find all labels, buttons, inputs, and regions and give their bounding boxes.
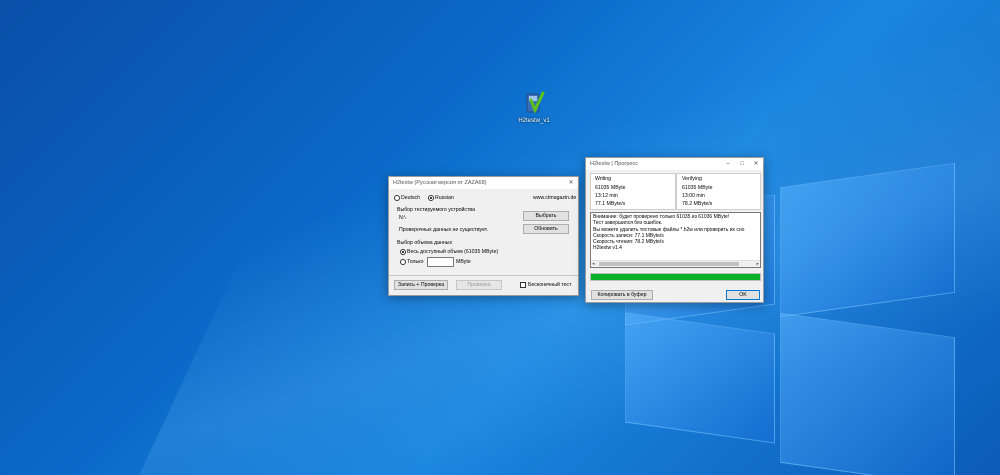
writing-heading: Writing: [595, 176, 612, 182]
write-verify-button[interactable]: Запись + Проверка: [394, 280, 448, 290]
writing-stats: Writing 61035 MByte 13:12 min 77.1 MByte…: [590, 173, 676, 210]
progress-fill: [591, 274, 760, 280]
lang-russian-radio[interactable]: [428, 195, 434, 201]
main-titlebar: H2testw (Русская версия от ZAZA68) ✕: [389, 177, 578, 189]
endless-test-checkbox[interactable]: [520, 282, 526, 288]
logo-pane-top-right: [780, 162, 955, 318]
verifying-stats: Verifying 61035 MByte 13:00 min 78.2 MBy…: [676, 173, 761, 210]
progress-window: H2testw | Прогресс – □ ✕ Writing 61035 M…: [585, 157, 764, 303]
log-line: Вы можете удалить тестовые файлы *.h2w и…: [593, 226, 745, 233]
lang-russian-label: Russian: [435, 194, 454, 201]
log-line: H2testw v1.4: [593, 245, 622, 252]
progress-titlebar: H2testw | Прогресс – □ ✕: [586, 158, 763, 170]
h2testw-main-window: H2testw (Русская версия от ZAZA68) ✕ Deu…: [388, 176, 579, 296]
device-path: N:\: [399, 215, 406, 221]
verifying-time: 13:00 min: [682, 193, 705, 199]
log-horizontal-scrollbar[interactable]: ◂ ▸: [591, 260, 760, 267]
h2testw-app-icon: [523, 90, 545, 116]
device-heading: Выбор тестируемого устройства: [397, 207, 475, 213]
writing-size: 61035 MByte: [595, 185, 626, 191]
close-icon[interactable]: ✕: [749, 158, 763, 170]
verifying-size: 61035 MByte: [682, 185, 713, 191]
all-space-label: Весь доступный объем (61035 MByte): [407, 248, 499, 255]
select-button[interactable]: Выбрать: [523, 211, 569, 221]
main-window-title: H2testw (Русская версия от ZAZA68): [393, 180, 487, 186]
desktop-icon-label: H2testw_v1: [518, 118, 550, 124]
verify-button[interactable]: Проверка: [456, 280, 502, 290]
logo-pane-bottom-right: [780, 312, 955, 475]
maximize-icon[interactable]: □: [735, 158, 749, 170]
main-divider: [389, 275, 578, 276]
minimize-icon[interactable]: –: [721, 158, 735, 170]
all-space-radio[interactable]: [400, 249, 406, 255]
endless-test-label: Бесконечный тест: [528, 281, 572, 288]
lang-deutsch-label: Deutsch: [401, 194, 421, 201]
close-icon[interactable]: ✕: [564, 177, 578, 189]
desktop-icon-h2testw[interactable]: H2testw_v1: [512, 90, 556, 124]
progress-bar: [590, 273, 761, 281]
refresh-button[interactable]: Обновить: [523, 224, 569, 234]
log-textarea[interactable]: Внимание: будет проверено только 61035 и…: [590, 212, 761, 268]
progress-window-title: H2testw | Прогресс: [590, 161, 639, 167]
logo-pane-bottom-left: [625, 312, 775, 444]
volume-heading: Выбор объема данных: [397, 240, 453, 246]
only-radio[interactable]: [400, 259, 406, 265]
copy-to-clipboard-button[interactable]: Копировать в буфер: [591, 290, 653, 300]
ok-button[interactable]: OK: [726, 290, 760, 300]
verifying-speed: 78.2 MByte/s: [682, 201, 713, 207]
site-link[interactable]: www.ctmagazin.de: [533, 195, 576, 201]
only-label: Только: [407, 258, 424, 265]
scroll-left-icon[interactable]: ◂: [592, 261, 595, 267]
no-data-text: Проверочных данных не существует.: [399, 227, 489, 233]
scroll-right-icon[interactable]: ▸: [756, 261, 759, 267]
verifying-heading: Verifying: [682, 176, 702, 182]
mbyte-unit: MByte: [456, 258, 471, 265]
mbyte-input[interactable]: [427, 257, 454, 267]
lang-deutsch-radio[interactable]: [394, 195, 400, 201]
writing-speed: 77.1 MByte/s: [595, 201, 626, 207]
scroll-thumb[interactable]: [599, 262, 739, 266]
writing-time: 13:12 min: [595, 193, 618, 199]
